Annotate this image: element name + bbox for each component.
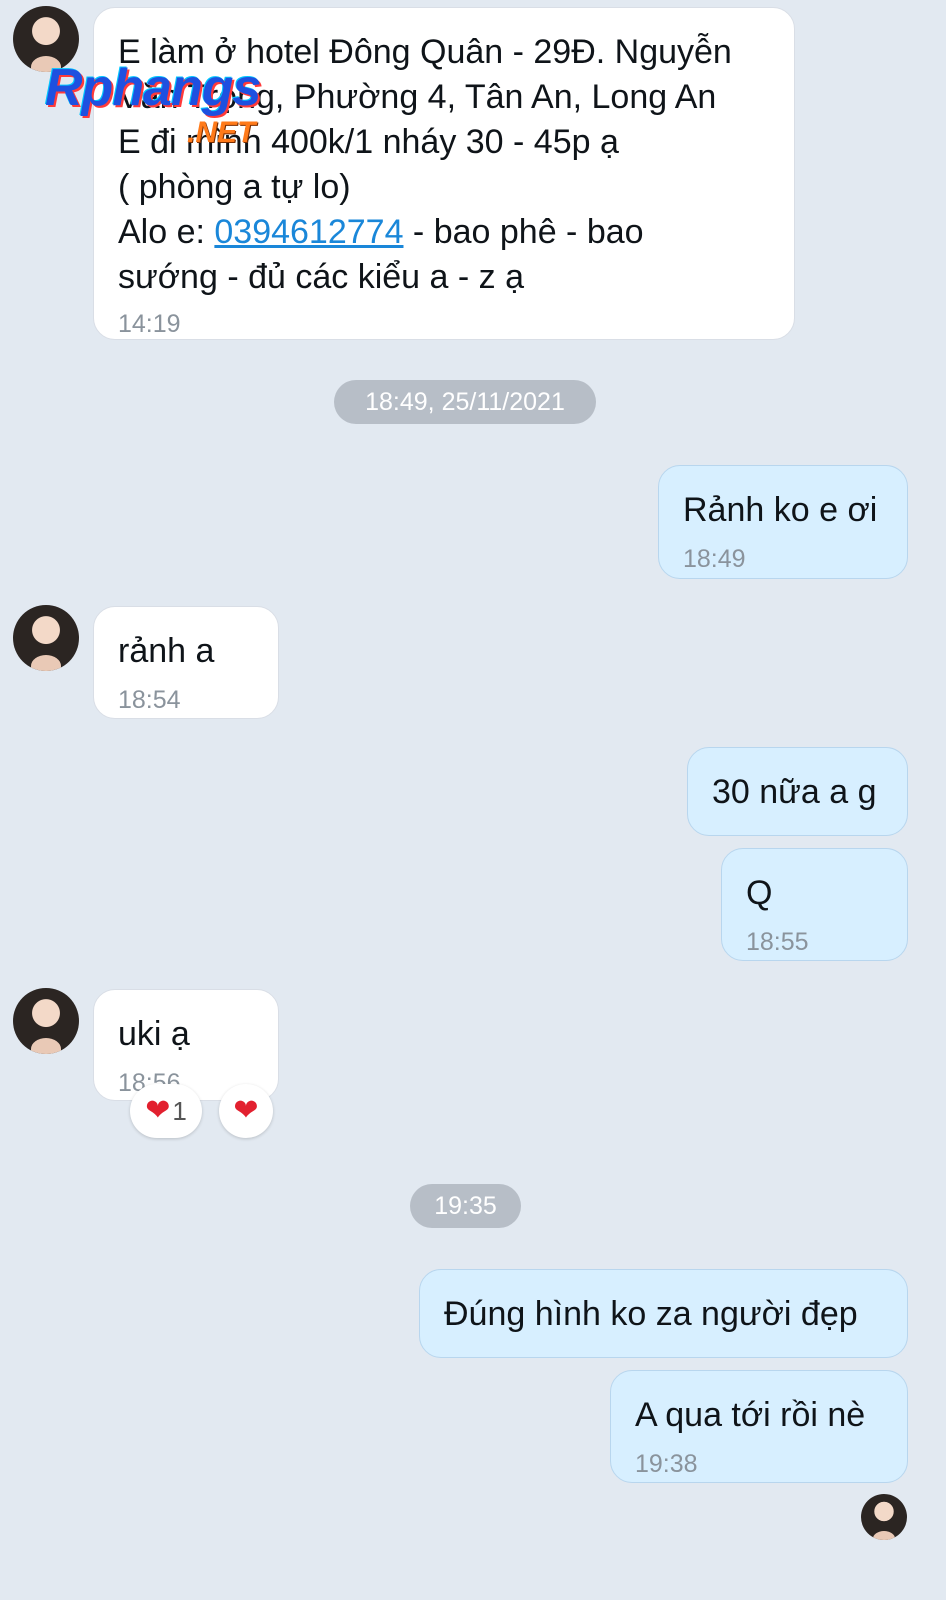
message-text: Q xyxy=(746,874,773,912)
message-text: uki ạ xyxy=(118,1015,190,1053)
message-time: 18:54 xyxy=(118,686,181,714)
message-time: 18:55 xyxy=(746,928,809,956)
message-bubble-outgoing[interactable]: Đúng hình ko za người đẹp xyxy=(419,1269,908,1358)
watermark-logo: Rphangs .NET xyxy=(45,58,330,158)
watermark-suffix: .NET xyxy=(187,116,256,149)
phone-link[interactable]: 0394612774 xyxy=(214,213,403,251)
message-text: Đúng hình ko za người đẹp xyxy=(444,1295,858,1333)
message-text: A qua tới rồi nè xyxy=(635,1396,866,1434)
message-time: 19:38 xyxy=(635,1450,698,1478)
reaction-summary[interactable]: ❤ 1 xyxy=(130,1084,202,1138)
message-bubble-outgoing[interactable]: 30 nữa a g xyxy=(687,747,908,836)
message-bubble-outgoing[interactable]: Q 18:55 xyxy=(721,848,908,961)
heart-icon: ❤ xyxy=(145,1094,171,1127)
message-text: rảnh a xyxy=(118,632,215,670)
react-heart-button[interactable]: ❤ xyxy=(219,1084,273,1138)
message-time: 18:49 xyxy=(683,545,746,573)
message-bubble-incoming[interactable]: rảnh a 18:54 xyxy=(93,606,279,719)
message-text: 30 nữa a g xyxy=(712,773,877,811)
date-separator: 19:35 xyxy=(410,1184,521,1228)
heart-icon: ❤ xyxy=(233,1094,259,1127)
message-time: 14:19 xyxy=(118,310,181,338)
reaction-count: 1 xyxy=(172,1095,187,1126)
watermark-brand: Rphangs xyxy=(45,59,261,117)
contact-avatar[interactable] xyxy=(13,605,79,671)
message-bubble-incoming[interactable]: E làm ở hotel Đông Quân - 29Đ. Nguyễn Vă… xyxy=(93,7,795,340)
contact-avatar[interactable] xyxy=(13,988,79,1054)
message-text: Rảnh ko e ơi xyxy=(683,491,878,529)
date-separator: 18:49, 25/11/2021 xyxy=(334,380,596,424)
message-bubble-outgoing[interactable]: Rảnh ko e ơi 18:49 xyxy=(658,465,908,579)
seen-avatar xyxy=(861,1494,907,1540)
message-bubble-outgoing[interactable]: A qua tới rồi nè 19:38 xyxy=(610,1370,908,1483)
